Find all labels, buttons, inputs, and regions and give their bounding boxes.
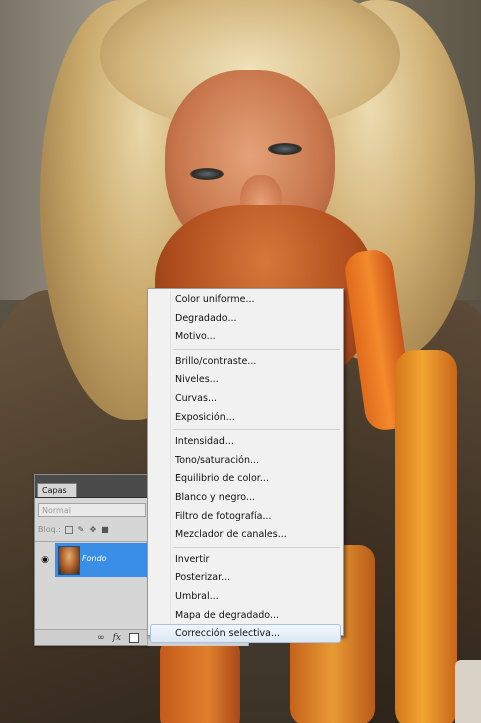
- new-fill-layer-icon[interactable]: [129, 632, 139, 643]
- scarf-lower: [160, 640, 240, 723]
- menu-item[interactable]: Mapa de degradado...: [175, 607, 279, 624]
- menu-item[interactable]: Niveles...: [175, 371, 219, 388]
- panel-footer: ∞ fx: [35, 629, 149, 645]
- menu-item[interactable]: Color uniforme...: [175, 291, 255, 308]
- menu-item[interactable]: Equilibrio de color...: [175, 470, 269, 487]
- layer-thumbnail: [58, 546, 80, 575]
- link-icon[interactable]: ∞: [97, 632, 105, 644]
- layer-name: Fondo: [82, 554, 107, 563]
- menu-item[interactable]: Posterizar...: [175, 569, 230, 586]
- eye-left: [190, 168, 224, 180]
- menu-item[interactable]: Degradado...: [175, 310, 237, 327]
- menu-item[interactable]: Filtro de fotografía...: [175, 508, 272, 525]
- menu-separator: [173, 546, 340, 548]
- panel-tabbar: Capas: [35, 475, 149, 498]
- menu-item[interactable]: Corrección selectiva...: [175, 625, 280, 642]
- menu-separator: [173, 429, 340, 431]
- fx-icon[interactable]: fx: [113, 632, 121, 644]
- lock-pixels-brush-icon[interactable]: ✎: [77, 526, 85, 534]
- scarf-right: [395, 350, 457, 723]
- eye-icon[interactable]: ◉: [40, 556, 50, 565]
- menu-item[interactable]: Motivo...: [175, 328, 216, 345]
- menu-item[interactable]: Umbral...: [175, 588, 219, 605]
- visibility-column: ◉: [35, 543, 56, 577]
- menu-item[interactable]: Exposición...: [175, 409, 235, 426]
- lock-transparency-icon[interactable]: [64, 526, 73, 534]
- layer-row[interactable]: Fondo: [55, 543, 149, 577]
- lock-label: Bloq.:: [38, 525, 61, 534]
- menu-item[interactable]: Invertir: [175, 551, 209, 568]
- tab-capas[interactable]: Capas: [37, 483, 77, 497]
- bench: [455, 660, 481, 723]
- menu-item[interactable]: Curvas...: [175, 390, 217, 407]
- menu-item[interactable]: Blanco y negro...: [175, 489, 255, 506]
- menu-item[interactable]: Tono/saturación...: [175, 452, 259, 469]
- layers-panel: Capas Normal Bloq.: ✎ ✥ ■ ◉ Fondo ∞ fx: [34, 474, 150, 646]
- menu-icon-gutter: [170, 291, 171, 633]
- menu-item[interactable]: Mezclador de canales...: [175, 526, 287, 543]
- lock-all-icon[interactable]: ■: [101, 526, 109, 534]
- adjustment-layer-menu: Color uniforme... Degradado... Motivo... Br…: [147, 288, 344, 644]
- lock-row: Bloq.: ✎ ✥ ■: [38, 523, 148, 537]
- lock-position-move-icon[interactable]: ✥: [89, 526, 97, 534]
- blend-mode-select[interactable]: Normal: [38, 503, 146, 517]
- menu-item[interactable]: Brillo/contraste...: [175, 353, 256, 370]
- menu-separator: [173, 348, 340, 350]
- menu-item[interactable]: Intensidad...: [175, 433, 234, 450]
- panel-divider: [35, 541, 149, 542]
- eye-right: [268, 143, 302, 155]
